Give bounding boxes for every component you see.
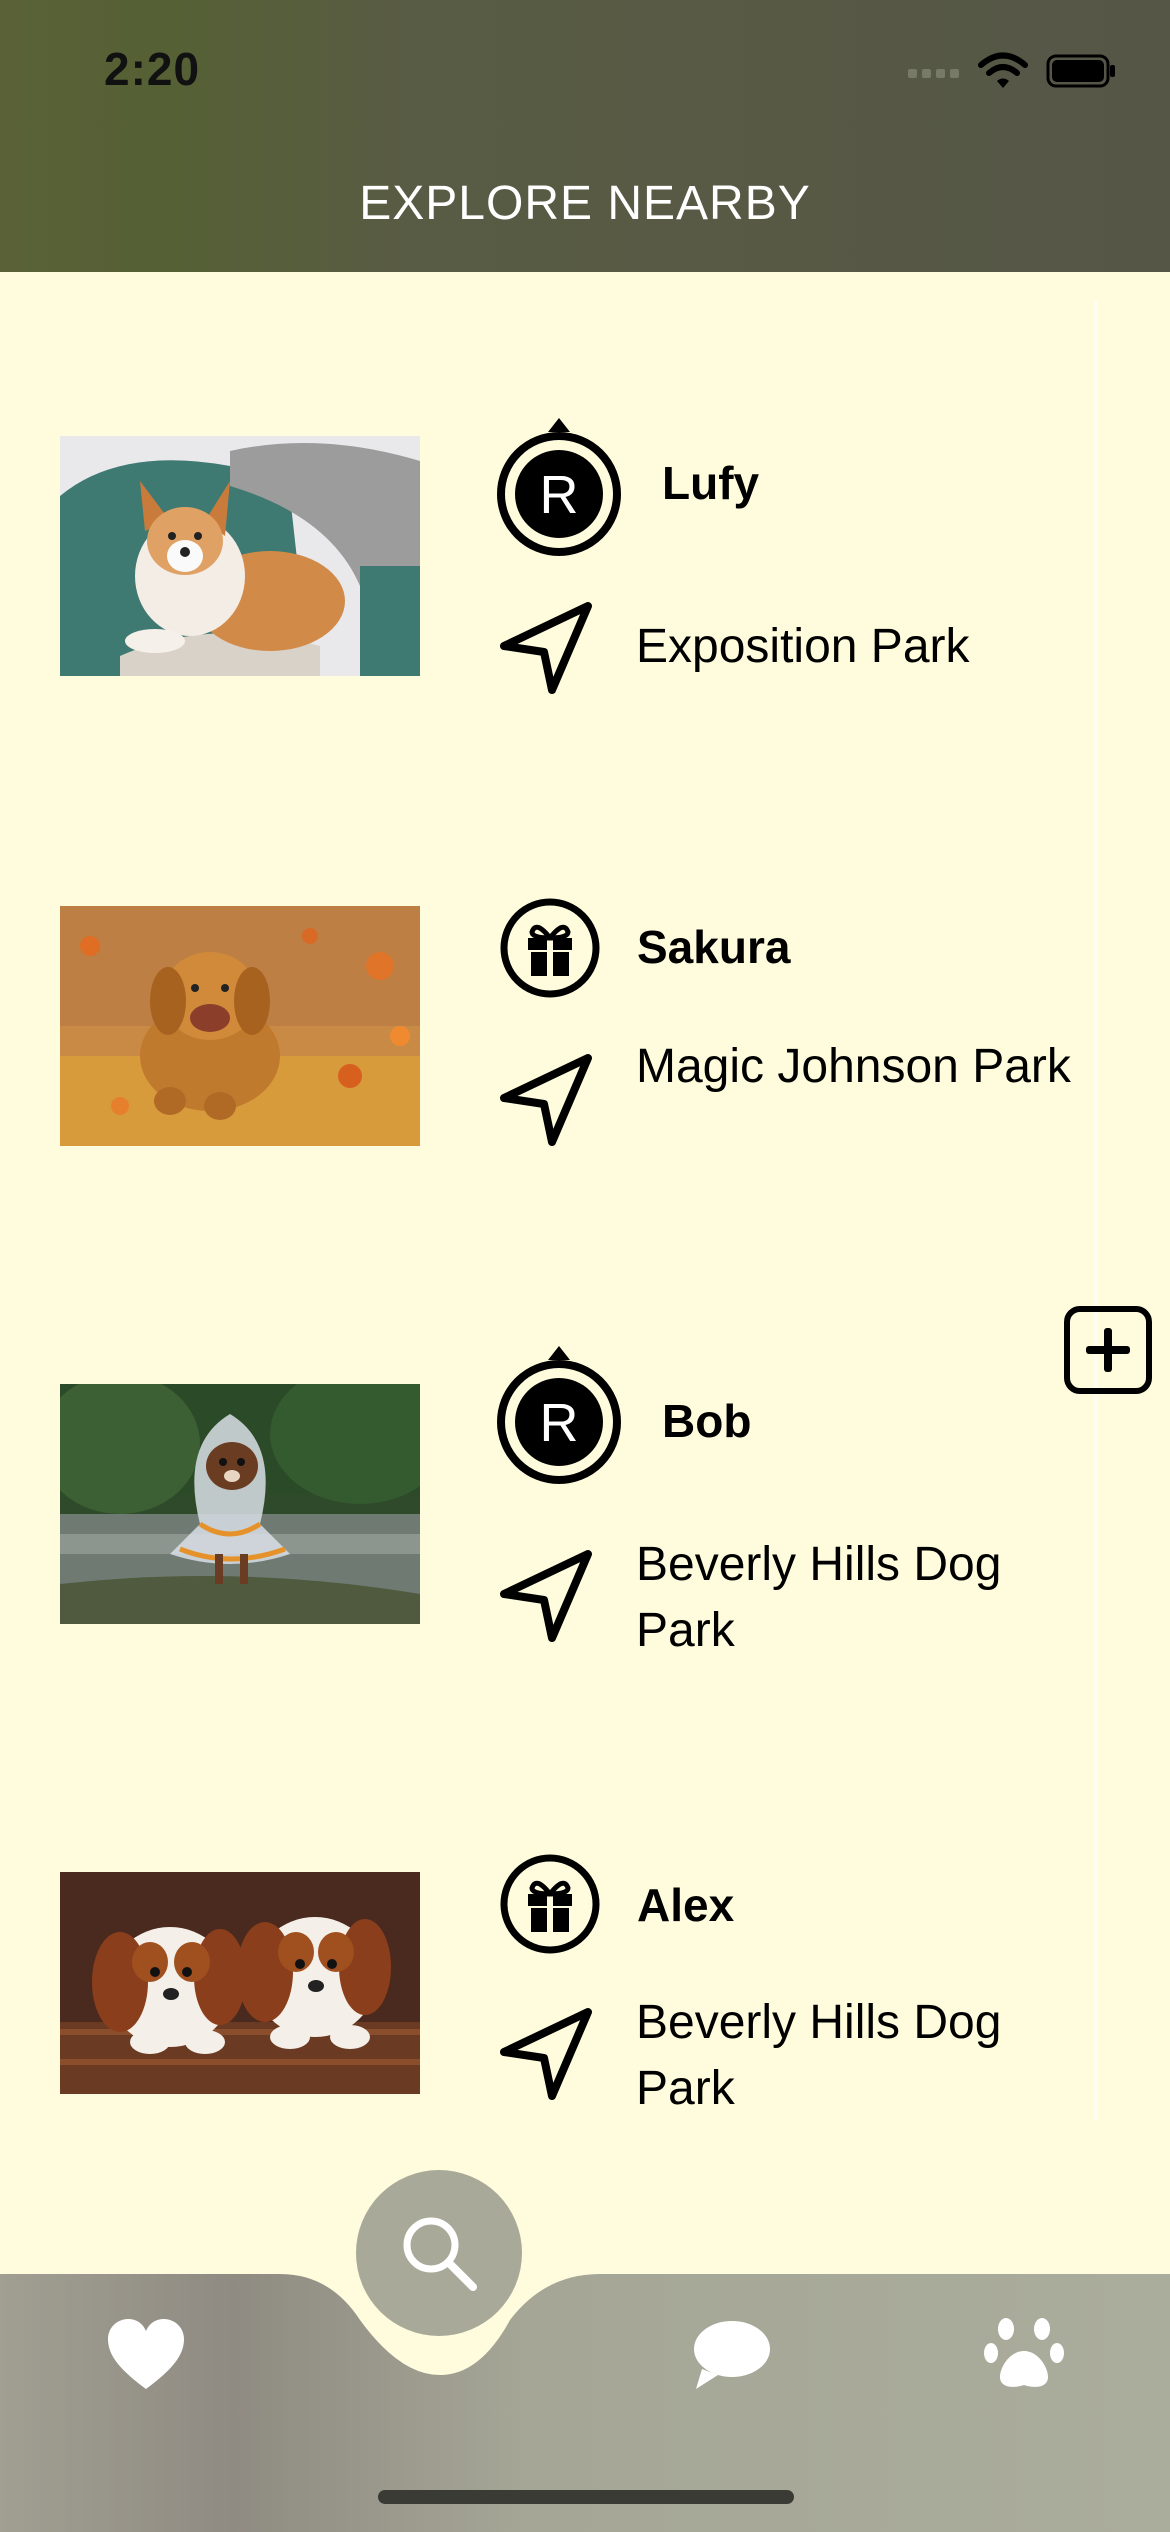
- svg-text:R: R: [540, 465, 579, 525]
- search-icon: [403, 2217, 477, 2291]
- tab-search[interactable]: [356, 2170, 522, 2336]
- pet-photo: [60, 436, 420, 676]
- pet-name: Bob: [662, 1395, 752, 1447]
- tab-messages[interactable]: [682, 2310, 782, 2400]
- page-title: EXPLORE NEARBY: [359, 177, 811, 230]
- add-button[interactable]: [1064, 1306, 1152, 1394]
- pet-photo: [60, 1384, 420, 1624]
- location-arrow-icon: [498, 1050, 598, 1150]
- location-arrow-icon: [498, 2004, 598, 2104]
- pet-location: Beverly Hills Dog Park: [636, 1538, 1002, 1657]
- list-item[interactable]: Alex Beverly Hills Dog Park: [0, 1842, 1100, 2142]
- pet-location: Exposition Park: [636, 620, 970, 673]
- status-icons: [908, 52, 1116, 90]
- pet-photo: [60, 906, 420, 1146]
- pet-location: Magic Johnson Park: [636, 1040, 1071, 1093]
- signal-icon: [908, 69, 959, 78]
- plus-icon: [1086, 1328, 1130, 1372]
- list-item[interactable]: R Lufy Exposition Park: [0, 418, 1100, 720]
- registered-circle-icon: R: [494, 1344, 624, 1484]
- header-bar: 2:20 EXPLORE NEARBY: [0, 0, 1170, 272]
- tab-favorites[interactable]: [96, 2310, 196, 2400]
- registered-circle-icon: R: [494, 416, 624, 556]
- svg-text:R: R: [540, 1393, 579, 1453]
- heart-icon: [108, 2319, 184, 2389]
- location-arrow-icon: [498, 598, 598, 698]
- pet-name: Sakura: [637, 921, 791, 973]
- status-time: 2:20: [104, 43, 201, 95]
- location-arrow-icon: [498, 1546, 598, 1646]
- gift-circle-icon: [498, 1852, 602, 1956]
- pet-name: Lufy: [662, 457, 760, 509]
- pet-name: Alex: [637, 1879, 735, 1931]
- pet-location: Beverly Hills Dog Park: [636, 1996, 1002, 2115]
- home-indicator: [378, 2490, 794, 2504]
- gift-circle-icon: [498, 896, 602, 1000]
- list-item[interactable]: Sakura Magic Johnson Park: [0, 888, 1100, 1188]
- tab-pets[interactable]: [974, 2310, 1074, 2400]
- battery-icon: [1046, 54, 1115, 88]
- paw-icon: [984, 2318, 1064, 2387]
- pet-photo: [60, 1872, 420, 2094]
- wifi-icon: [978, 52, 1028, 88]
- chat-bubble-icon: [694, 2321, 770, 2389]
- list-item[interactable]: R Bob Beverly Hills Dog Park: [0, 1346, 1100, 1657]
